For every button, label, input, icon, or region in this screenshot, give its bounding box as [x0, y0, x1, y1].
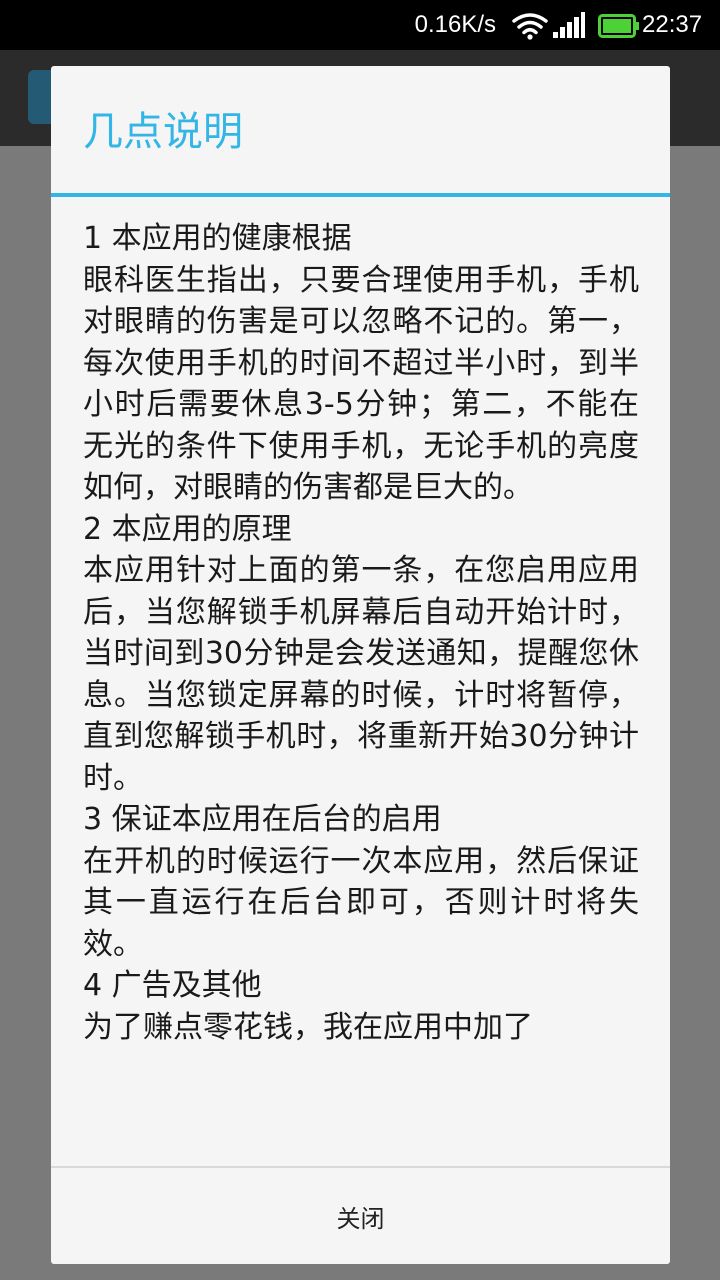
- section-text-4: 为了赚点零花钱，我在应用中加了: [83, 1009, 533, 1045]
- status-time: 22:37: [642, 11, 703, 38]
- section-heading-3: 3 保证本应用在后台的启用: [83, 802, 442, 837]
- info-dialog: 几点说明 1 本应用的健康根据 眼科医生指出，只要合理使用手机，手机对眼睛的伤害…: [51, 66, 670, 1264]
- section-text-2: 本应用针对上面的第一条，在您启用应用后，当您解锁手机屏幕后自动开始计时，当时间到…: [83, 553, 639, 796]
- close-button[interactable]: 关闭: [51, 1168, 670, 1264]
- status-bar: 0.16K/s 22:37: [0, 0, 720, 50]
- title-divider: [51, 193, 670, 197]
- section-heading-4: 4 广告及其他: [83, 968, 262, 1003]
- section-text-1: 眼科医生指出，只要合理使用手机，手机对眼睛的伤害是可以忽略不记的。第一，每次使用…: [83, 262, 639, 506]
- battery-icon: [598, 14, 639, 38]
- section-heading-2: 2 本应用的原理: [83, 511, 292, 547]
- section-text-3: 在开机的时候运行一次本应用，然后保证其一直运行在后台即可，否则计时将失效。: [83, 843, 639, 962]
- network-speed: 0.16K/s: [414, 11, 496, 38]
- dialog-title: 几点说明: [83, 109, 243, 155]
- signal-icon: [553, 12, 585, 38]
- wifi-icon: [512, 13, 548, 40]
- dialog-body[interactable]: 1 本应用的健康根据 眼科医生指出，只要合理使用手机，手机对眼睛的伤害是可以忽略…: [83, 218, 639, 1164]
- section-heading-1: 1 本应用的健康根据: [83, 221, 352, 256]
